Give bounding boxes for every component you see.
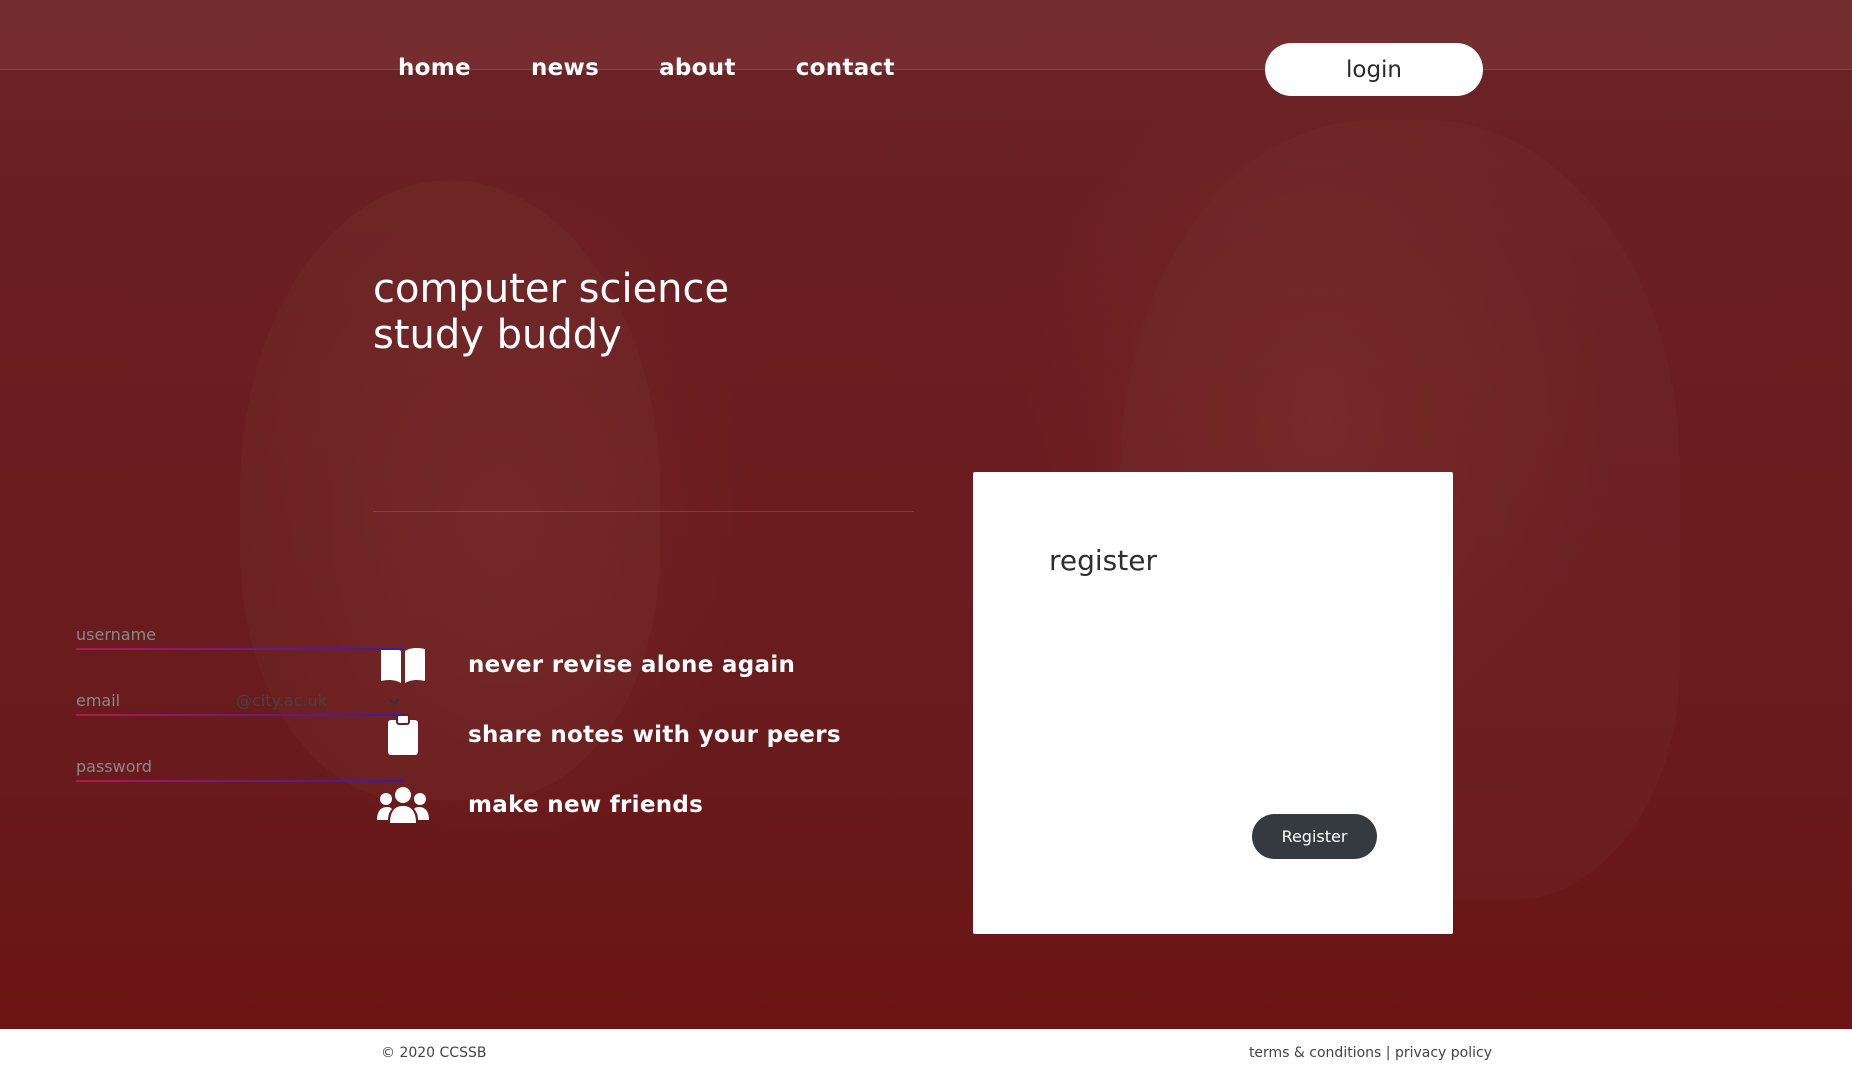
email-input[interactable]: [76, 686, 236, 714]
main-nav: home news about contact: [398, 52, 955, 84]
footer: © 2020 CCSSB terms & conditions | privac…: [0, 1029, 1852, 1079]
email-domain-value: @city.ac.uk: [236, 690, 327, 710]
chevron-down-icon: [388, 691, 400, 710]
clipboard-icon: [376, 713, 430, 757]
login-button[interactable]: login: [1265, 43, 1483, 96]
feature-text: never revise alone again: [468, 652, 796, 678]
nav-news[interactable]: news: [531, 52, 599, 84]
feature-text: make new friends: [468, 792, 704, 818]
username-input[interactable]: [76, 620, 404, 648]
title-line-2: study buddy: [373, 312, 622, 358]
title-line-1: computer science: [373, 266, 730, 312]
hero-background: [0, 0, 1852, 1029]
nav-contact[interactable]: contact: [796, 52, 895, 84]
users-icon: [376, 783, 430, 827]
register-button[interactable]: Register: [1252, 814, 1377, 859]
terms-link[interactable]: terms & conditions: [1249, 1045, 1381, 1061]
register-title: register: [1049, 544, 1157, 577]
copyright-text: © 2020 CCSSB: [381, 1045, 487, 1061]
feature-item: make new friends: [376, 783, 703, 827]
feature-item: share notes with your peers: [376, 713, 841, 757]
privacy-link[interactable]: privacy policy: [1395, 1045, 1492, 1061]
footer-links: terms & conditions | privacy policy: [1249, 1045, 1492, 1061]
username-field-wrapper: [76, 620, 404, 650]
nav-home[interactable]: home: [398, 52, 471, 84]
password-input[interactable]: [76, 752, 404, 780]
register-card: register: [973, 472, 1453, 934]
nav-about[interactable]: about: [659, 52, 736, 84]
footer-separator: |: [1385, 1045, 1391, 1061]
page-title: computer science study buddy: [373, 266, 729, 358]
hero-divider: [373, 511, 914, 512]
feature-text: share notes with your peers: [468, 722, 841, 748]
password-field-wrapper: [76, 752, 404, 782]
email-field-wrapper: @city.ac.uk: [76, 686, 404, 716]
email-domain-select[interactable]: @city.ac.uk: [236, 686, 404, 714]
